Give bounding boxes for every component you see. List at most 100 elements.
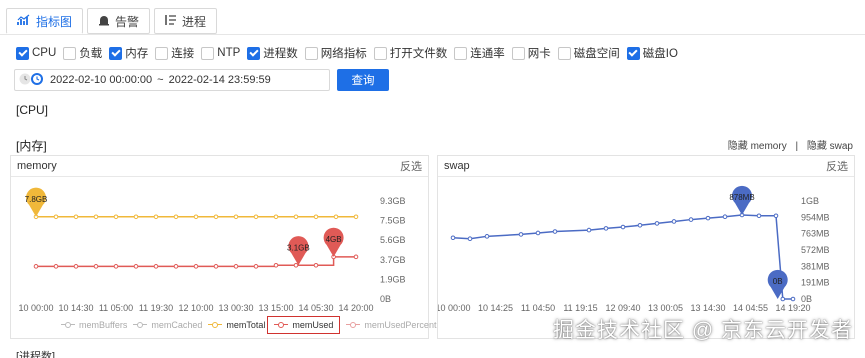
- tab-bar: 指标图 告警 进程: [6, 8, 218, 34]
- checkbox-label: 负载: [79, 48, 103, 60]
- data-point-swap: [654, 221, 660, 226]
- metric-checkbox-10[interactable]: 磁盘空间: [557, 45, 620, 61]
- data-point-memTotal: [113, 214, 119, 220]
- metric-checkbox-6[interactable]: 网络指标: [304, 45, 367, 61]
- x-tick-label: 13 00:30: [218, 303, 253, 313]
- metric-checkbox-2[interactable]: 内存: [109, 45, 148, 61]
- checkbox-box[interactable]: [63, 46, 77, 60]
- clock-icon: [19, 72, 47, 89]
- tab-alerts[interactable]: 告警: [87, 8, 151, 34]
- checkbox-box[interactable]: [304, 46, 318, 60]
- query-button[interactable]: 查询: [337, 69, 389, 91]
- checkbox-box[interactable]: [511, 46, 525, 60]
- data-point-memUsed: [73, 264, 79, 269]
- checkbox-label: 磁盘空间: [573, 48, 620, 60]
- checkbox-label: 内存: [125, 48, 149, 60]
- data-point-memTotal: [353, 214, 359, 220]
- data-point-memUsed: [173, 264, 179, 269]
- date-range-picker[interactable]: 2022-02-10 00:00:00 ~ 2022-02-14 23:59:5…: [14, 69, 330, 91]
- x-tick-label: 12 10:00: [178, 303, 213, 313]
- checkbox-box[interactable]: [155, 46, 169, 60]
- metric-checkbox-group: CPU 负载 内存 连接 NTP 进程数 网络指标 打开文件数 连通率 网卡 磁盘空间 磁盘IO: [16, 45, 685, 61]
- checkbox-label: 连接: [171, 48, 195, 60]
- legend-label: memUsedPercent: [364, 320, 437, 330]
- legend-item-memTotal[interactable]: memTotal: [208, 320, 265, 330]
- metric-checkbox-7[interactable]: 打开文件数: [373, 45, 448, 61]
- legend-item-memCached[interactable]: memCached: [133, 320, 202, 330]
- tab-label: 告警: [115, 14, 140, 29]
- metric-checkbox-3[interactable]: 连接: [155, 45, 194, 61]
- checkbox-box[interactable]: [247, 46, 261, 60]
- data-point-memTotal: [133, 214, 139, 220]
- chart-visibility-toggles: 隐藏 memory | 隐藏 swap: [728, 137, 853, 152]
- checkbox-box[interactable]: [373, 46, 387, 60]
- checkbox-box[interactable]: [16, 46, 29, 60]
- x-tick-label: 11 05:00: [99, 303, 133, 313]
- data-point-swap: [722, 214, 728, 219]
- memory-chart-panel: memory 反选 0B 1.9GB 3.7GB 5.6GB 7.5GB 9.3GB 10 …: [10, 155, 436, 339]
- data-point-memTotal: [213, 214, 219, 220]
- checkbox-label: 打开文件数: [389, 48, 448, 60]
- data-point-memTotal: [153, 214, 159, 220]
- tab-label: 指标图: [36, 14, 73, 29]
- data-point-swap: [450, 235, 456, 241]
- data-point-memTotal: [173, 214, 179, 220]
- y-tick-label: 9.3GB: [380, 196, 406, 206]
- data-point-swap: [620, 224, 626, 230]
- data-point-swap: [705, 215, 711, 221]
- metric-checkbox-4[interactable]: NTP: [201, 46, 241, 60]
- y-tick-label: 1.9GB: [380, 274, 406, 284]
- tab-charts[interactable]: 指标图: [6, 8, 84, 34]
- toggle-divider: |: [795, 141, 799, 152]
- marker-2-label: 4GB: [326, 235, 342, 244]
- data-point-memTotal: [273, 214, 279, 220]
- metric-checkbox-11[interactable]: 磁盘IO: [626, 45, 678, 61]
- x-tick-label: 13 15:00: [258, 303, 293, 313]
- checkbox-label: 进程数: [263, 48, 298, 60]
- data-point-memUsed: [313, 262, 319, 268]
- swap-chart-panel: swap 反选 0B 191MB 381MB 572MB 763MB 954MB 1GB 10…: [437, 155, 855, 339]
- checkbox-box[interactable]: [109, 46, 123, 60]
- y-tick-label: 381MB: [801, 261, 830, 271]
- date-separator: ~: [157, 74, 164, 86]
- legend-item-memUsedPercent[interactable]: memUsedPercent: [346, 320, 436, 330]
- data-point-memUsed: [213, 264, 219, 269]
- metric-checkbox-5[interactable]: 进程数: [247, 45, 298, 61]
- checkbox-label: NTP: [217, 47, 241, 59]
- tab-process[interactable]: 进程: [154, 8, 218, 34]
- legend-item-memUsed[interactable]: memUsed: [267, 316, 341, 334]
- metric-checkbox-0[interactable]: CPU: [16, 46, 57, 60]
- y-tick-label: 763MB: [801, 229, 830, 239]
- data-point-swap: [671, 219, 677, 224]
- data-point-swap: [586, 227, 592, 233]
- x-tick-label: 11 19:30: [139, 303, 173, 313]
- data-point-swap: [518, 232, 524, 237]
- metric-checkbox-9[interactable]: 网卡: [511, 45, 551, 61]
- swap-marker-1-label: 0B: [773, 277, 783, 286]
- hide-memory-link[interactable]: 隐藏 memory: [728, 141, 787, 152]
- tab-label: 进程: [182, 14, 207, 29]
- checkbox-label: CPU: [32, 47, 57, 59]
- metric-checkbox-1[interactable]: 负载: [63, 45, 102, 61]
- checkbox-box[interactable]: [626, 46, 640, 60]
- data-point-swap: [637, 223, 643, 228]
- section-title-cpu: [CPU]: [16, 103, 49, 117]
- data-point-memTotal: [233, 214, 239, 220]
- x-tick-label: 10 14:30: [58, 303, 93, 313]
- legend-item-memBuffers[interactable]: memBuffers: [61, 320, 127, 330]
- swap-chart: 0B 191MB 381MB 572MB 763MB 954MB 1GB 10 00:00 10…: [438, 185, 830, 313]
- data-point-memTotal: [253, 214, 259, 220]
- date-start: 2022-02-10 00:00:00: [50, 74, 153, 86]
- marker-0-label: 7.8GB: [25, 195, 48, 204]
- y-tick-label: 572MB: [801, 245, 830, 255]
- checkbox-box[interactable]: [454, 46, 468, 60]
- memory-chart: 0B 1.9GB 3.7GB 5.6GB 7.5GB 9.3GB 10 00:00 10 14…: [18, 187, 406, 313]
- x-tick-label: 10 14:25: [478, 303, 513, 313]
- marker-1-label: 3.1GB: [287, 243, 310, 252]
- x-tick-label: 13 00:05: [648, 303, 683, 313]
- checkbox-box[interactable]: [557, 46, 571, 60]
- hide-swap-link[interactable]: 隐藏 swap: [807, 141, 853, 152]
- metric-checkbox-8[interactable]: 连通率: [454, 45, 505, 61]
- checkbox-box[interactable]: [201, 46, 215, 60]
- section-title-memory: [内存]: [16, 139, 47, 153]
